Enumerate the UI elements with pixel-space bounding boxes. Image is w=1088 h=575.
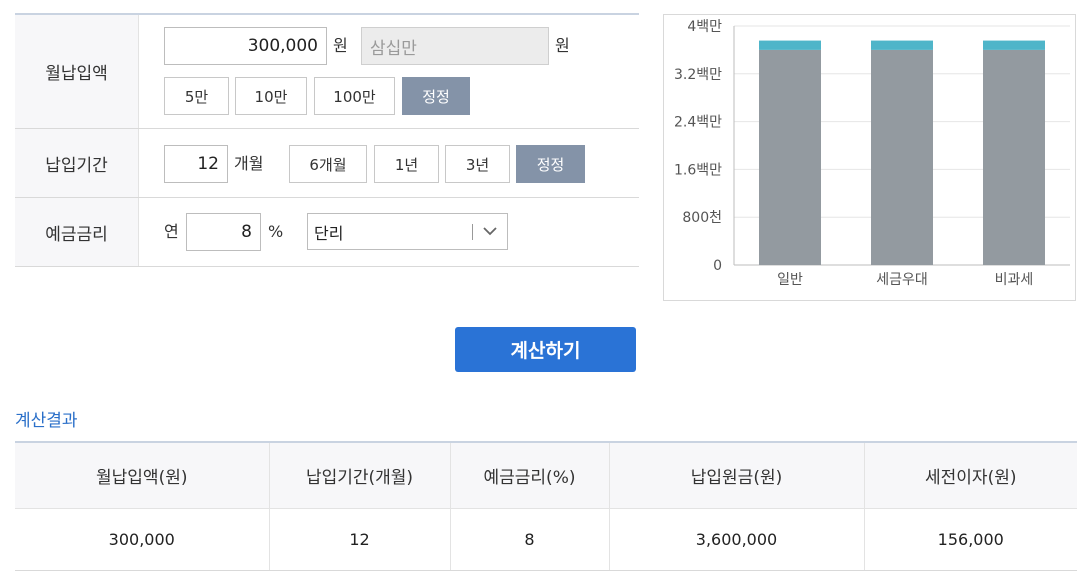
header-period: 납입기간(개월) xyxy=(269,442,451,509)
bar-interest xyxy=(871,40,933,50)
x-tick-label: 세금우대 xyxy=(876,272,928,288)
rate-label: 예금금리 xyxy=(15,198,139,266)
stacked-bar-chart: 0 800천 1.6백만 2.4백만 3.2백만 4백만일반 세금우대 비과세 xyxy=(674,19,1070,288)
y-tick-label: 1.6백만 xyxy=(674,162,722,178)
bar-principal xyxy=(759,49,821,266)
cell-monthly: 300,000 xyxy=(15,508,270,571)
cell-rate: 8 xyxy=(450,508,610,571)
add-1year-button[interactable]: 1년 xyxy=(374,145,439,183)
x-tick-label: 비과세 xyxy=(995,272,1034,288)
add-50k-button[interactable]: 5만 xyxy=(164,77,229,115)
monthly-reset-button[interactable]: 정정 xyxy=(402,77,470,115)
monthly-label: 월납입액 xyxy=(15,15,139,128)
monthly-amount-input[interactable] xyxy=(164,27,327,65)
rate-prefix: 연 xyxy=(164,222,179,241)
period-row: 납입기간 개월 6개월 1년 3년 정정 xyxy=(15,129,639,198)
header-interest: 세전이자(원) xyxy=(864,442,1077,509)
x-tick-label: 일반 xyxy=(777,272,803,288)
bar-interest xyxy=(983,40,1045,50)
y-tick-label: 0 xyxy=(713,258,722,274)
y-tick-label: 800천 xyxy=(682,210,722,226)
monthly-korean-unit: 원 xyxy=(555,36,570,55)
y-tick-label: 4백만 xyxy=(687,19,722,35)
result-title: 계산결과 xyxy=(15,411,78,431)
header-monthly: 월납입액(원) xyxy=(15,442,270,509)
rate-input[interactable] xyxy=(186,213,261,251)
rate-unit: % xyxy=(268,222,284,241)
calculate-button[interactable]: 계산하기 xyxy=(455,327,636,372)
header-rate: 예금금리(%) xyxy=(450,442,610,509)
add-100k-button[interactable]: 10만 xyxy=(235,77,307,115)
period-unit: 개월 xyxy=(234,154,264,173)
result-table: 월납입액(원) 납입기간(개월) 예금금리(%) 납입원금(원) 세전이자(원)… xyxy=(15,441,1077,571)
cell-interest: 156,000 xyxy=(864,508,1077,571)
bar-principal xyxy=(983,49,1045,266)
result-chart: 0 800천 1.6백만 2.4백만 3.2백만 4백만일반 세금우대 비과세 xyxy=(663,14,1076,301)
y-tick-label: 2.4백만 xyxy=(674,115,722,131)
add-3years-button[interactable]: 3년 xyxy=(445,145,510,183)
result-header-row: 월납입액(원) 납입기간(개월) 예금금리(%) 납입원금(원) 세전이자(원) xyxy=(15,442,1077,509)
bar-interest xyxy=(759,40,821,50)
header-principal: 납입원금(원) xyxy=(609,442,865,509)
interest-type-value: 단리 xyxy=(314,223,344,243)
interest-type-select[interactable]: 단리 xyxy=(307,213,508,250)
chevron-down-icon xyxy=(473,227,507,236)
bar-principal xyxy=(871,49,933,266)
period-label: 납입기간 xyxy=(15,129,139,197)
cell-period: 12 xyxy=(269,508,451,571)
add-6months-button[interactable]: 6개월 xyxy=(289,145,367,183)
calculator-form: 월납입액 원 원 5만 10만 100만 정정 납입기간 개월 6개월 1년 3… xyxy=(15,13,639,267)
table-row: 300,000 12 8 3,600,000 156,000 xyxy=(15,508,1077,571)
add-1m-button[interactable]: 100만 xyxy=(314,77,395,115)
period-input[interactable] xyxy=(164,145,228,183)
monthly-unit: 원 xyxy=(333,36,348,55)
cell-principal: 3,600,000 xyxy=(609,508,865,571)
rate-row: 예금금리 연 % 단리 xyxy=(15,198,639,267)
period-reset-button[interactable]: 정정 xyxy=(516,145,585,183)
y-tick-label: 3.2백만 xyxy=(674,67,722,83)
monthly-korean-input xyxy=(361,27,549,65)
monthly-row: 월납입액 원 원 5만 10만 100만 정정 xyxy=(15,15,639,129)
